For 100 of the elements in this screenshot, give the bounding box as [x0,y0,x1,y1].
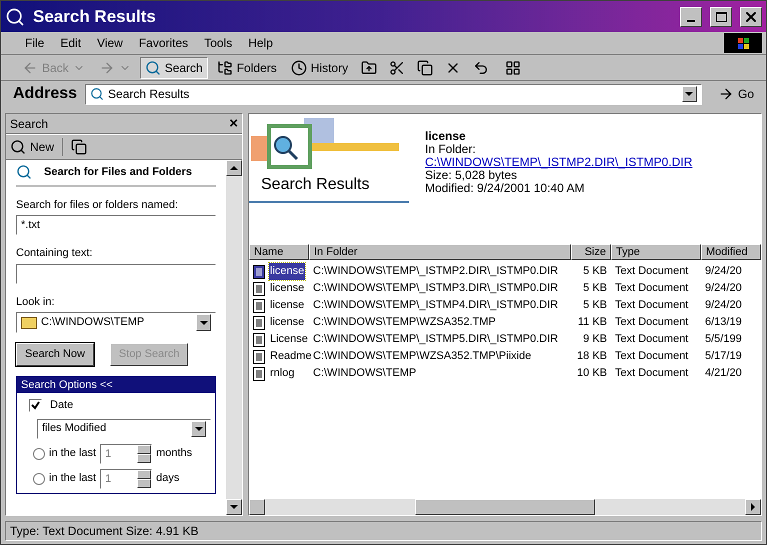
address-label: Address [13,84,78,104]
number-spinner[interactable]: 1 [100,468,152,488]
menu-item[interactable]: Help [240,34,281,52]
column-header[interactable]: In Folder [309,244,571,260]
dropdown-arrow-button[interactable] [191,420,206,436]
table-cell-text: 9/24/20 [704,281,743,296]
file-name-cell[interactable]: license [269,280,306,297]
table-cell-text: 5 KB [582,281,608,296]
file-name-cell[interactable]: Readme [269,348,313,365]
menu-item[interactable]: Edit [52,34,90,52]
clock-icon [290,60,307,76]
radio-label: in the last [49,471,96,486]
undo-icon[interactable] [473,60,490,76]
folder-link[interactable]: C:\WINDOWS\TEMP\_ISTMP2.DIR\_ISTMP0.DIR [425,156,692,169]
search-icon [10,139,26,155]
table-cell-text: C:\WINDOWS\TEMP\WZSA352.TMP\Piixide [312,349,532,364]
copy-to-icon[interactable] [417,60,434,76]
document-icon [253,282,265,296]
number-spinner[interactable]: 1 [100,444,152,464]
table-cell-text: 9/24/20 [704,298,743,314]
window-title: Search Results [33,6,157,28]
column-header[interactable]: Name [249,244,309,260]
table-cell-text: Text Document [614,264,690,280]
banner-title: Search Results [249,173,409,203]
table-cell-text: C:\WINDOWS\TEMP\_ISTMP5.DIR\_ISTMP0.DIR [312,332,560,348]
search-button[interactable]: Search [140,56,208,78]
folder-icon [21,316,37,328]
search-document-icon [16,164,32,180]
menu-item[interactable]: Tools [196,34,240,52]
document-icon [253,350,265,364]
options-header[interactable]: Search Options << [17,377,215,393]
dropdown-arrow-button[interactable] [196,314,211,331]
windows-logo [724,33,762,53]
file-name-cell[interactable]: rnlog [269,365,296,382]
forward-arrow-icon [98,60,115,76]
text-input-field[interactable] [16,264,216,284]
new-search-button[interactable]: New [10,138,54,156]
file-name: license [425,130,467,143]
table-cell-text: 6/13/19 [704,315,743,330]
unit-label: days [156,471,180,486]
search-icon [5,6,25,26]
status-bar: Type: Text Document Size: 4.91 KB [5,521,762,541]
folders-icon [216,60,233,76]
radio-label: in the last [49,446,96,462]
field-label: Look in: [16,294,56,310]
file-name-cell[interactable]: license [269,314,306,331]
unit-label: months [156,446,192,462]
table-cell-text: 5 KB [582,264,608,280]
search-results-icon [90,87,104,101]
dropdown-arrow-button[interactable] [682,86,697,102]
field-label: Containing text: [16,246,94,261]
radio-button[interactable] [33,448,45,460]
column-header[interactable]: Type [611,244,701,260]
radio-button[interactable] [33,472,45,484]
table-cell-text: 9/24/20 [704,264,743,280]
vertical-scrollbar[interactable] [226,160,242,515]
table-cell-text: Text Document [614,281,690,296]
look-in-dropdown[interactable]: C:\WINDOWS\TEMP [16,312,216,333]
table-cell-text: 9 KB [582,332,608,348]
menu-item[interactable]: View [89,34,131,52]
checkbox-label: Date [50,398,74,413]
file-name-cell[interactable]: license [269,297,306,314]
field-label: Search for files or folders named: [16,198,180,212]
views-icon[interactable] [505,60,522,76]
pane-heading: Search for Files and Folders [44,165,192,180]
minimize-icon [687,20,695,22]
close-button[interactable] [740,6,762,26]
search-now-button[interactable]: Search Now [16,343,94,366]
column-header[interactable]: Size [571,244,611,260]
up-folder-icon[interactable] [361,60,378,76]
maximize-button[interactable] [710,6,732,26]
table-cell-text: 11 KB [576,315,608,330]
horizontal-scrollbar[interactable] [249,499,761,515]
document-icon [253,332,265,346]
table-cell-text: Text Document [614,332,690,348]
table-cell-text: C:\WINDOWS\TEMP\_ISTMP3.DIR\_ISTMP0.DIR [312,281,560,296]
history-button[interactable]: History [286,56,354,78]
file-modified: Modified: 9/24/2001 10:40 AM [425,182,586,195]
file-name-cell[interactable]: License [269,331,309,348]
menu-item[interactable]: Favorites [130,34,196,52]
table-cell-text: C:\WINDOWS\TEMP\_ISTMP2.DIR\_ISTMP0.DIR [312,264,560,280]
close-pane-button[interactable]: × [229,116,238,131]
date-type-dropdown[interactable]: files Modified [37,418,211,438]
pane-title: Search [10,116,48,132]
address-field[interactable]: Search Results [85,84,702,104]
go-button[interactable]: Go [710,85,762,103]
table-cell-text: 18 KB [576,349,608,364]
minimize-button[interactable] [680,6,702,26]
document-icon [253,264,265,278]
table-cell-text: 5 KB [582,298,608,314]
table-cell-text: 4/21/20 [704,366,743,382]
table-cell-text: 5/5/199 [704,332,743,348]
folder-label: In Folder: [425,143,477,156]
table-cell-text: Text Document [614,349,690,364]
menu-item[interactable]: File [17,34,52,52]
file-name-cell[interactable]: license [269,263,306,280]
name-input-field[interactable]: *.txt [16,215,216,235]
column-header[interactable]: Modified [701,244,761,260]
table-cell-text: Text Document [614,298,690,314]
folders-button[interactable]: Folders [212,56,282,78]
